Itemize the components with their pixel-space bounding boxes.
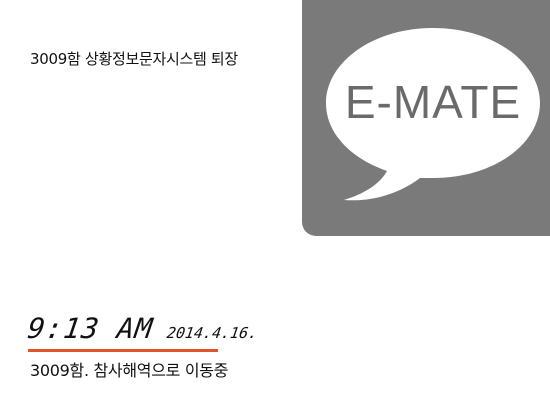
clock-time: 9:13 AM [25,312,156,345]
time-row: 9:13 AM 2014.4.16. [25,312,259,350]
emate-logo-text: E-MATE [345,76,521,128]
clock-date: 2014.4.16. [165,324,259,342]
emate-app-tile[interactable]: E-MATE [302,0,550,236]
notification-message: 3009함 상황정보문자시스템 퇴장 [30,50,238,68]
status-message: 3009함. 참사해역으로 이동중 [30,361,229,380]
speech-bubble-icon: E-MATE [326,28,540,201]
time-underline [28,349,218,352]
